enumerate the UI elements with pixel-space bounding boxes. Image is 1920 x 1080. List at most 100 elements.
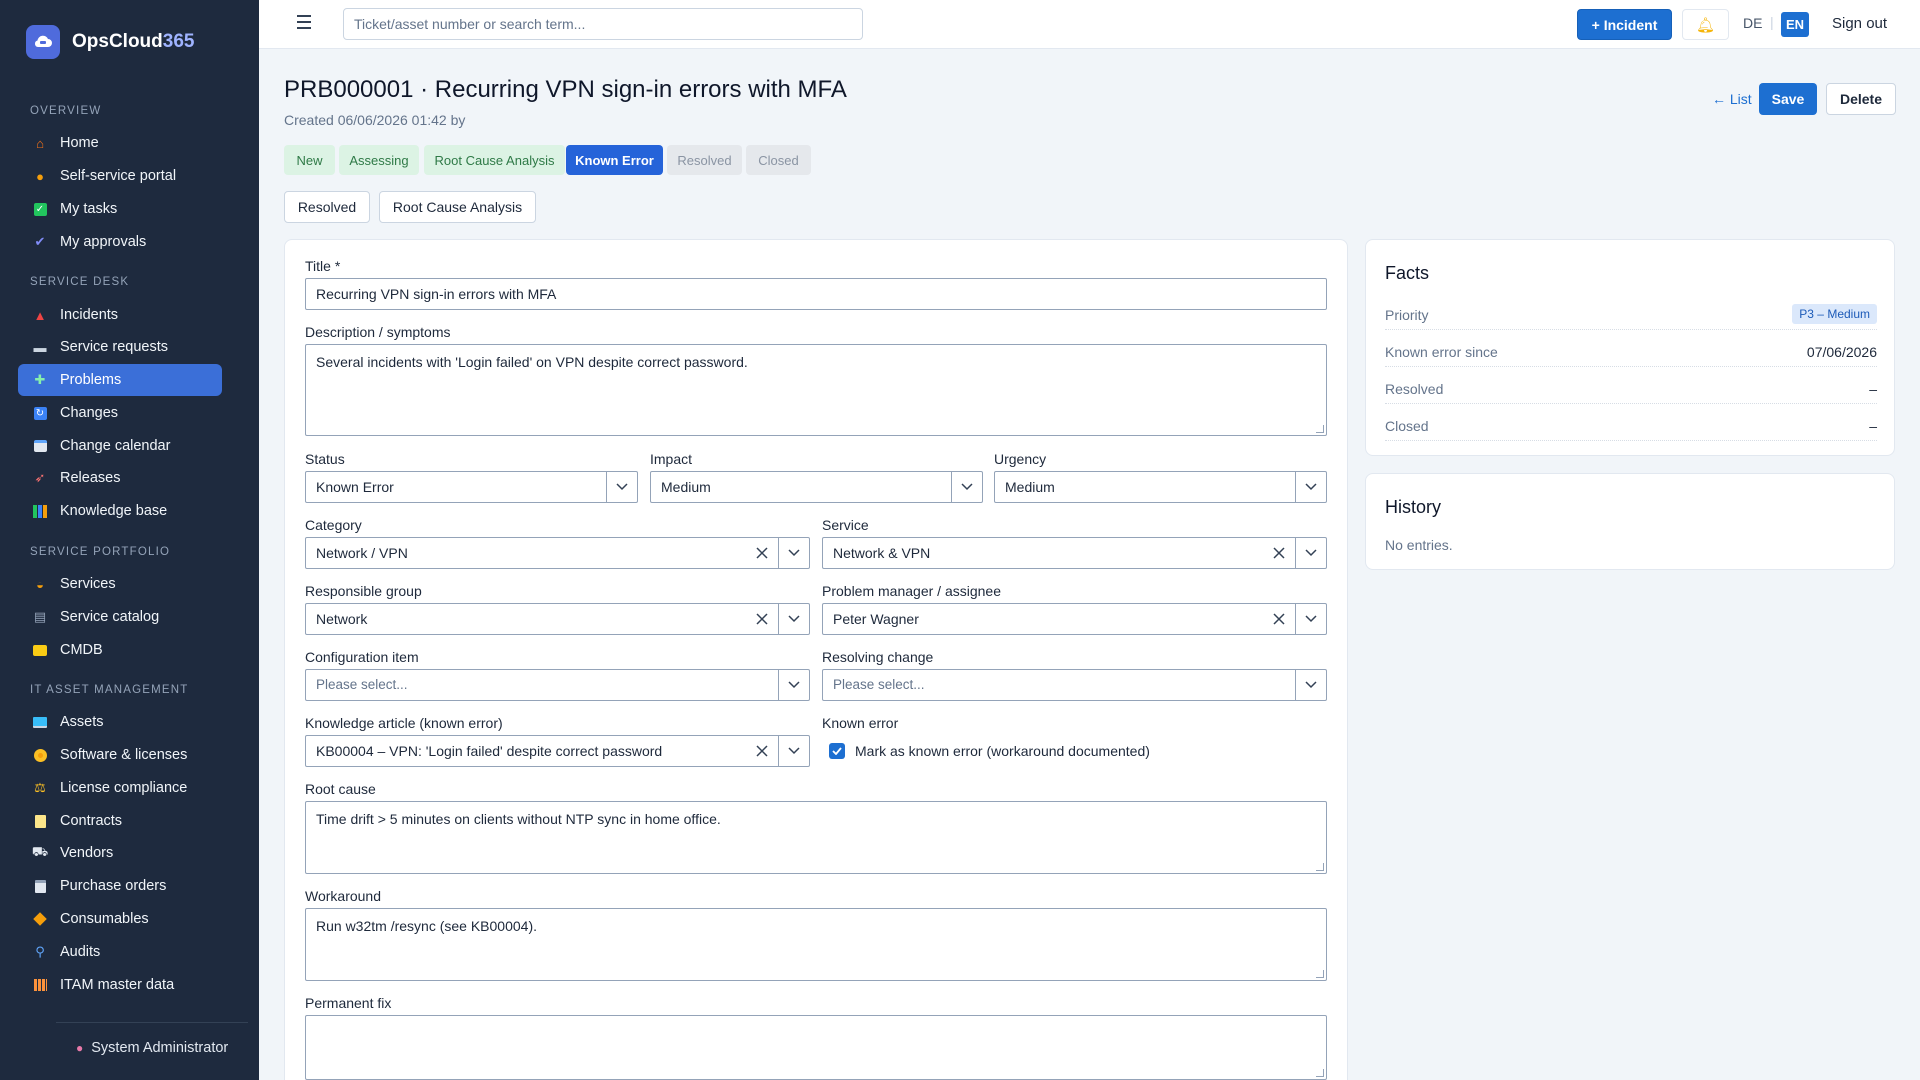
sign-out-link[interactable]: Sign out xyxy=(1832,15,1887,32)
sidebar-item-assets[interactable]: Assets xyxy=(18,706,222,738)
transition-resolved-button[interactable]: Resolved xyxy=(284,191,370,223)
sidebar-item-consumables[interactable]: Consumables xyxy=(18,903,222,935)
clear-icon[interactable] xyxy=(753,544,771,562)
sidebar-item-software-licenses[interactable]: Software & licenses xyxy=(18,739,222,771)
sidebar-item-my-tasks[interactable]: ✓ My tasks xyxy=(18,193,222,225)
chevron-down-icon xyxy=(778,736,809,766)
nav-section-itam: IT ASSET MANAGEMENT xyxy=(30,684,189,696)
language-de[interactable]: DE xyxy=(1743,15,1762,31)
bell-service-icon: ◒ xyxy=(36,576,44,592)
sidebar-item-itam-master-data[interactable]: ITAM master data xyxy=(18,969,222,1001)
root-cause-field[interactable]: Time drift > 5 minutes on clients withou… xyxy=(305,801,1327,874)
menu-toggle-icon[interactable] xyxy=(297,15,311,33)
problem-manager-label: Problem manager / assignee xyxy=(822,583,1001,599)
sidebar-item-my-approvals[interactable]: ✔ My approvals xyxy=(18,226,222,258)
sidebar-item-releases[interactable]: ➶ Releases xyxy=(18,462,222,494)
language-en[interactable]: EN xyxy=(1781,12,1809,37)
brand[interactable]: OpsCloud365 xyxy=(26,24,194,60)
chevron-down-icon xyxy=(951,472,982,502)
sidebar-item-changes[interactable]: ↻ Changes xyxy=(18,397,222,429)
clear-icon[interactable] xyxy=(1270,544,1288,562)
resolving-change-label: Resolving change xyxy=(822,649,934,665)
description-label: Description / symptoms xyxy=(305,324,451,340)
checkbox-icon: ✓ xyxy=(32,201,48,217)
sidebar-item-knowledge-base[interactable]: Knowledge base xyxy=(18,495,222,527)
cloud-logo-icon xyxy=(26,25,60,59)
fact-value: 07/06/2026 xyxy=(1806,344,1877,360)
permanent-fix-label: Permanent fix xyxy=(305,995,392,1011)
page-title: PRB000001 · Recurring VPN sign-in errors… xyxy=(284,76,847,103)
sidebar-item-services[interactable]: ◒ Services xyxy=(18,568,222,600)
known-error-label: Known error xyxy=(822,715,899,731)
status-select[interactable]: Known Error xyxy=(305,471,638,503)
transition-root-cause-button[interactable]: Root Cause Analysis xyxy=(379,191,536,223)
workaround-field[interactable]: Run w32tm /resync (see KB00004). xyxy=(305,908,1327,981)
sidebar-item-vendors[interactable]: ⛟ Vendors xyxy=(18,837,222,869)
clipboard-icon xyxy=(32,878,48,894)
workflow-step-closed[interactable]: Closed xyxy=(746,145,811,175)
permanent-fix-field[interactable] xyxy=(305,1015,1327,1080)
clear-icon[interactable] xyxy=(753,610,771,628)
new-incident-button[interactable]: + Incident xyxy=(1577,9,1672,40)
fact-row-resolved: Resolved – xyxy=(1385,374,1877,404)
sidebar-item-purchase-orders[interactable]: Purchase orders xyxy=(18,870,222,902)
category-select[interactable]: Network / VPN xyxy=(305,537,810,569)
delete-button[interactable]: Delete xyxy=(1826,83,1896,115)
user-pin-icon: ● xyxy=(76,1041,84,1055)
sidebar-divider xyxy=(56,1022,248,1023)
priority-badge: P3 – Medium xyxy=(1792,304,1877,324)
responsible-group-select[interactable]: Network xyxy=(305,603,810,635)
sidebar-item-incidents[interactable]: ▲ Incidents xyxy=(18,299,222,331)
title-field[interactable]: Recurring VPN sign-in errors with MFA xyxy=(305,278,1327,310)
problem-manager-select[interactable]: Peter Wagner xyxy=(822,603,1327,635)
description-field[interactable]: Several incidents with 'Login failed' on… xyxy=(305,344,1327,436)
current-user[interactable]: ● System Administrator xyxy=(76,1040,228,1056)
workflow-step-root-cause[interactable]: Root Cause Analysis xyxy=(424,145,565,175)
scales-icon: ⚖ xyxy=(34,780,46,795)
responsible-group-label: Responsible group xyxy=(305,583,422,599)
truck-icon: ⛟ xyxy=(31,844,49,859)
workflow-step-assessing[interactable]: Assessing xyxy=(339,145,419,175)
sidebar-item-self-service[interactable]: ● Self-service portal xyxy=(18,160,222,192)
sidebar-item-home[interactable]: ⌂ Home xyxy=(18,127,222,159)
checkbox-checked-icon[interactable] xyxy=(829,743,845,759)
workflow-step-resolved[interactable]: Resolved xyxy=(667,145,742,175)
chevron-down-icon xyxy=(778,604,809,634)
clear-icon[interactable] xyxy=(1270,610,1288,628)
chevron-down-icon xyxy=(1295,604,1326,634)
sidebar-item-service-requests[interactable]: ▬ Service requests xyxy=(18,331,222,363)
resolving-change-select[interactable]: Please select... xyxy=(822,669,1327,701)
knowledge-article-select[interactable]: KB00004 – VPN: 'Login failed' despite co… xyxy=(305,735,810,767)
sidebar-item-audits[interactable]: ⚲ Audits xyxy=(18,936,222,968)
chevron-down-icon xyxy=(1295,670,1326,700)
workflow-step-new[interactable]: New xyxy=(284,145,335,175)
chevron-down-icon xyxy=(778,538,809,568)
nav-section-service-desk: SERVICE DESK xyxy=(30,276,130,288)
clear-icon[interactable] xyxy=(753,742,771,760)
books-icon xyxy=(32,503,48,519)
document-icon xyxy=(32,813,48,829)
knowledge-article-label: Knowledge article (known error) xyxy=(305,715,503,731)
back-to-list-link[interactable]: ← List xyxy=(1712,91,1752,107)
sidebar-item-contracts[interactable]: Contracts xyxy=(18,805,222,837)
notifications-bell-icon[interactable]: 🔔︎ xyxy=(1682,9,1729,40)
page-subtitle: Created 06/06/2026 01:42 by xyxy=(284,112,466,128)
sidebar-item-change-calendar[interactable]: Change calendar xyxy=(18,430,222,462)
fact-key: Resolved xyxy=(1385,381,1444,397)
impact-label: Impact xyxy=(650,451,693,467)
configuration-item-select[interactable]: Please select... xyxy=(305,669,810,701)
save-button[interactable]: Save xyxy=(1759,83,1817,115)
urgency-select[interactable]: Medium xyxy=(994,471,1327,503)
workflow-step-known-error[interactable]: Known Error xyxy=(566,145,663,175)
sidebar-item-license-compliance[interactable]: ⚖ License compliance xyxy=(18,772,222,804)
inbox-icon: ▬ xyxy=(33,339,47,355)
magnifier-icon: ⚲ xyxy=(35,944,45,959)
service-select[interactable]: Network & VPN xyxy=(822,537,1327,569)
sidebar-item-problems[interactable]: ✚ Problems xyxy=(18,364,222,396)
impact-select[interactable]: Medium xyxy=(650,471,983,503)
chevron-down-icon xyxy=(1295,472,1326,502)
search-input[interactable] xyxy=(343,8,863,40)
known-error-checkbox[interactable]: Mark as known error (workaround document… xyxy=(829,743,1150,759)
sidebar-item-cmdb[interactable]: CMDB xyxy=(18,634,222,666)
sidebar-item-service-catalog[interactable]: ▤ Service catalog xyxy=(18,601,222,633)
